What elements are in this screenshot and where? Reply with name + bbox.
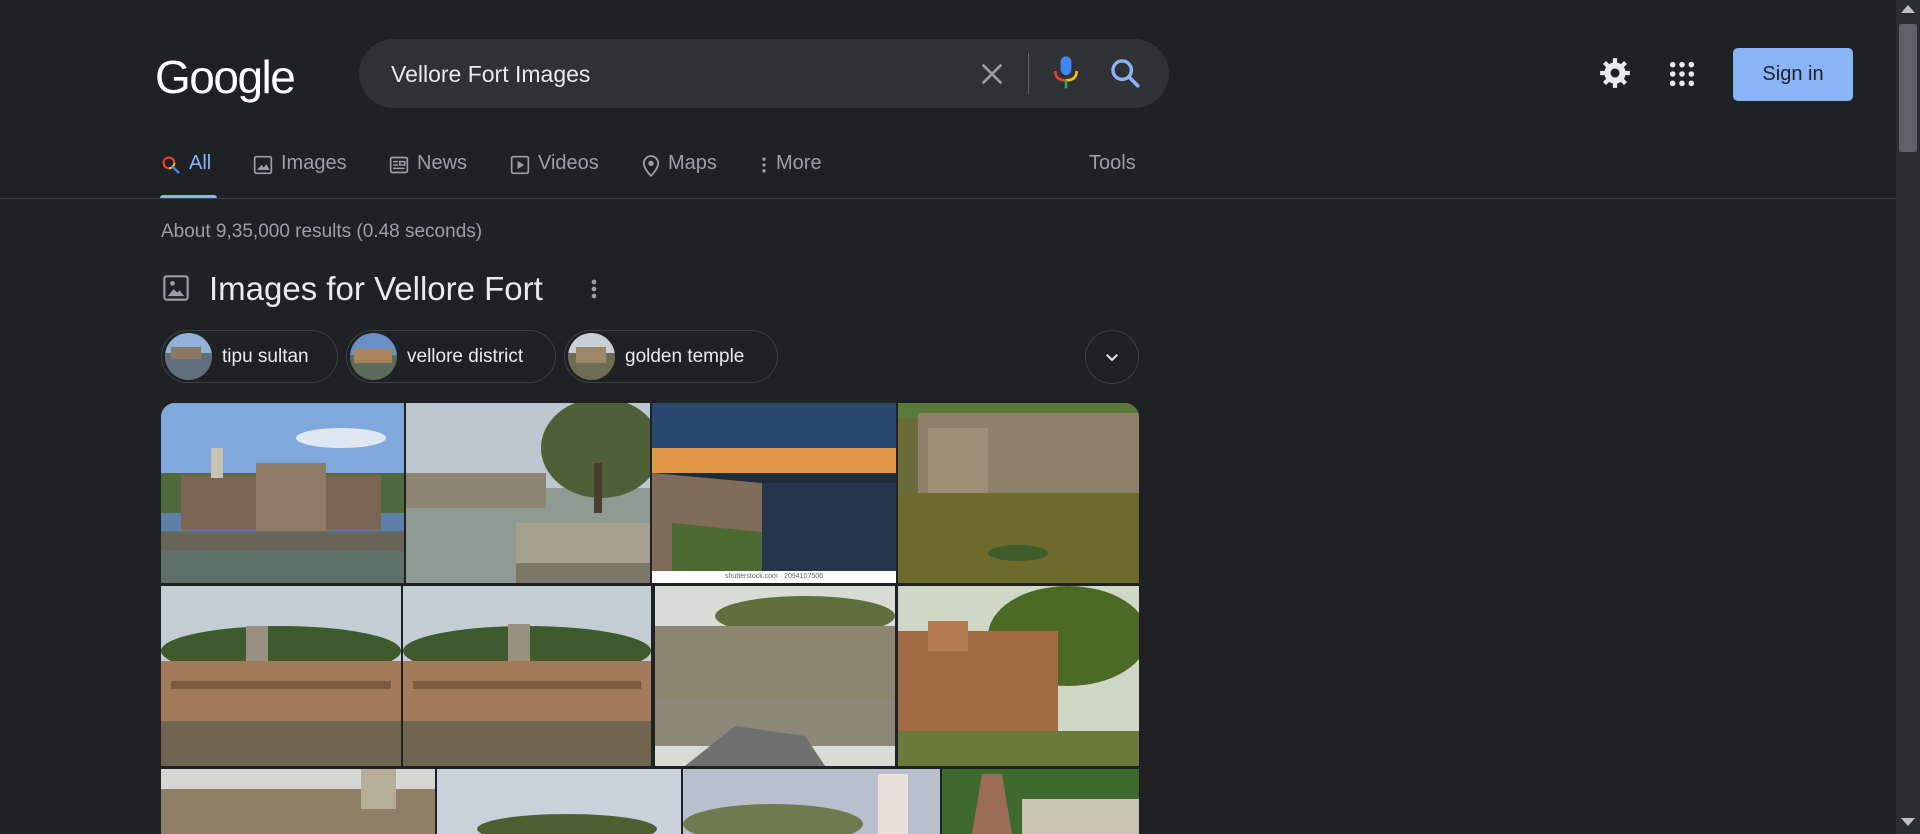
- map-pin-icon: [642, 155, 660, 177]
- search-divider: [1028, 53, 1029, 94]
- search-box[interactable]: [359, 39, 1169, 110]
- tab-label: News: [417, 152, 468, 174]
- tab-videos[interactable]: Videos: [510, 152, 599, 198]
- clear-search-icon[interactable]: [976, 58, 1008, 90]
- chip-label: tipu sultan: [222, 345, 309, 367]
- expand-chips-button[interactable]: [1085, 330, 1139, 384]
- image-result[interactable]: [898, 586, 1139, 766]
- search-icon[interactable]: [1108, 56, 1142, 90]
- microphone-icon[interactable]: [1050, 55, 1082, 91]
- image-result[interactable]: [161, 586, 401, 766]
- image-icon: [253, 155, 273, 175]
- image-icon: [162, 274, 190, 302]
- tabs-divider: [0, 198, 1896, 199]
- chip-vellore-district[interactable]: vellore district: [346, 330, 556, 383]
- image-result[interactable]: [655, 586, 895, 766]
- image-result[interactable]: [898, 403, 1139, 583]
- chevron-down-icon: [1106, 354, 1118, 362]
- image-result[interactable]: [406, 403, 650, 583]
- video-icon: [510, 155, 530, 175]
- settings-gear-icon[interactable]: [1598, 56, 1632, 90]
- google-apps-icon[interactable]: [1668, 60, 1696, 88]
- chip-label: golden temple: [625, 345, 745, 367]
- chip-thumbnail: [165, 333, 212, 380]
- result-stats: About 9,35,000 results (0.48 seconds): [161, 221, 483, 242]
- tab-images[interactable]: Images: [253, 152, 347, 198]
- image-result[interactable]: [161, 403, 404, 583]
- tab-label: Images: [281, 152, 347, 174]
- tools-label: Tools: [1089, 152, 1136, 174]
- tab-maps[interactable]: Maps: [642, 152, 717, 198]
- tab-label: Videos: [538, 152, 599, 174]
- scroll-up-arrow-icon[interactable]: [1901, 5, 1915, 13]
- google-logo[interactable]: Google: [155, 50, 296, 104]
- image-result[interactable]: [161, 769, 435, 834]
- search-input[interactable]: [389, 39, 1013, 110]
- tab-label: More: [776, 152, 822, 174]
- chip-thumbnail: [350, 333, 397, 380]
- news-icon: [389, 156, 409, 174]
- image-result[interactable]: [683, 769, 940, 834]
- scrollbar-thumb[interactable]: [1899, 24, 1917, 152]
- tab-label: All: [189, 152, 212, 174]
- chip-label: vellore district: [407, 345, 524, 367]
- image-result[interactable]: [403, 586, 651, 766]
- images-section-title: Images for Vellore Fort: [209, 270, 543, 307]
- more-options-icon[interactable]: [584, 275, 604, 303]
- tab-label: Maps: [668, 152, 717, 174]
- search-icon: [162, 156, 180, 174]
- chip-thumbnail: [568, 333, 615, 380]
- tools-button[interactable]: Tools: [1089, 152, 1136, 198]
- scroll-down-arrow-icon[interactable]: [1901, 818, 1915, 826]
- tab-more[interactable]: More: [760, 152, 822, 198]
- sign-in-button[interactable]: Sign in: [1733, 48, 1853, 101]
- image-result[interactable]: shutterstock.com · 2094107506: [652, 403, 896, 583]
- image-result[interactable]: [437, 769, 681, 834]
- chip-tipu-sultan[interactable]: tipu sultan: [161, 330, 338, 383]
- image-result[interactable]: [942, 769, 1139, 834]
- tab-all[interactable]: All: [161, 152, 211, 198]
- more-vert-icon: [762, 157, 766, 173]
- tab-news[interactable]: News: [389, 152, 467, 198]
- stock-watermark: shutterstock.com · 2094107506: [724, 573, 824, 580]
- chip-golden-temple[interactable]: golden temple: [564, 330, 778, 383]
